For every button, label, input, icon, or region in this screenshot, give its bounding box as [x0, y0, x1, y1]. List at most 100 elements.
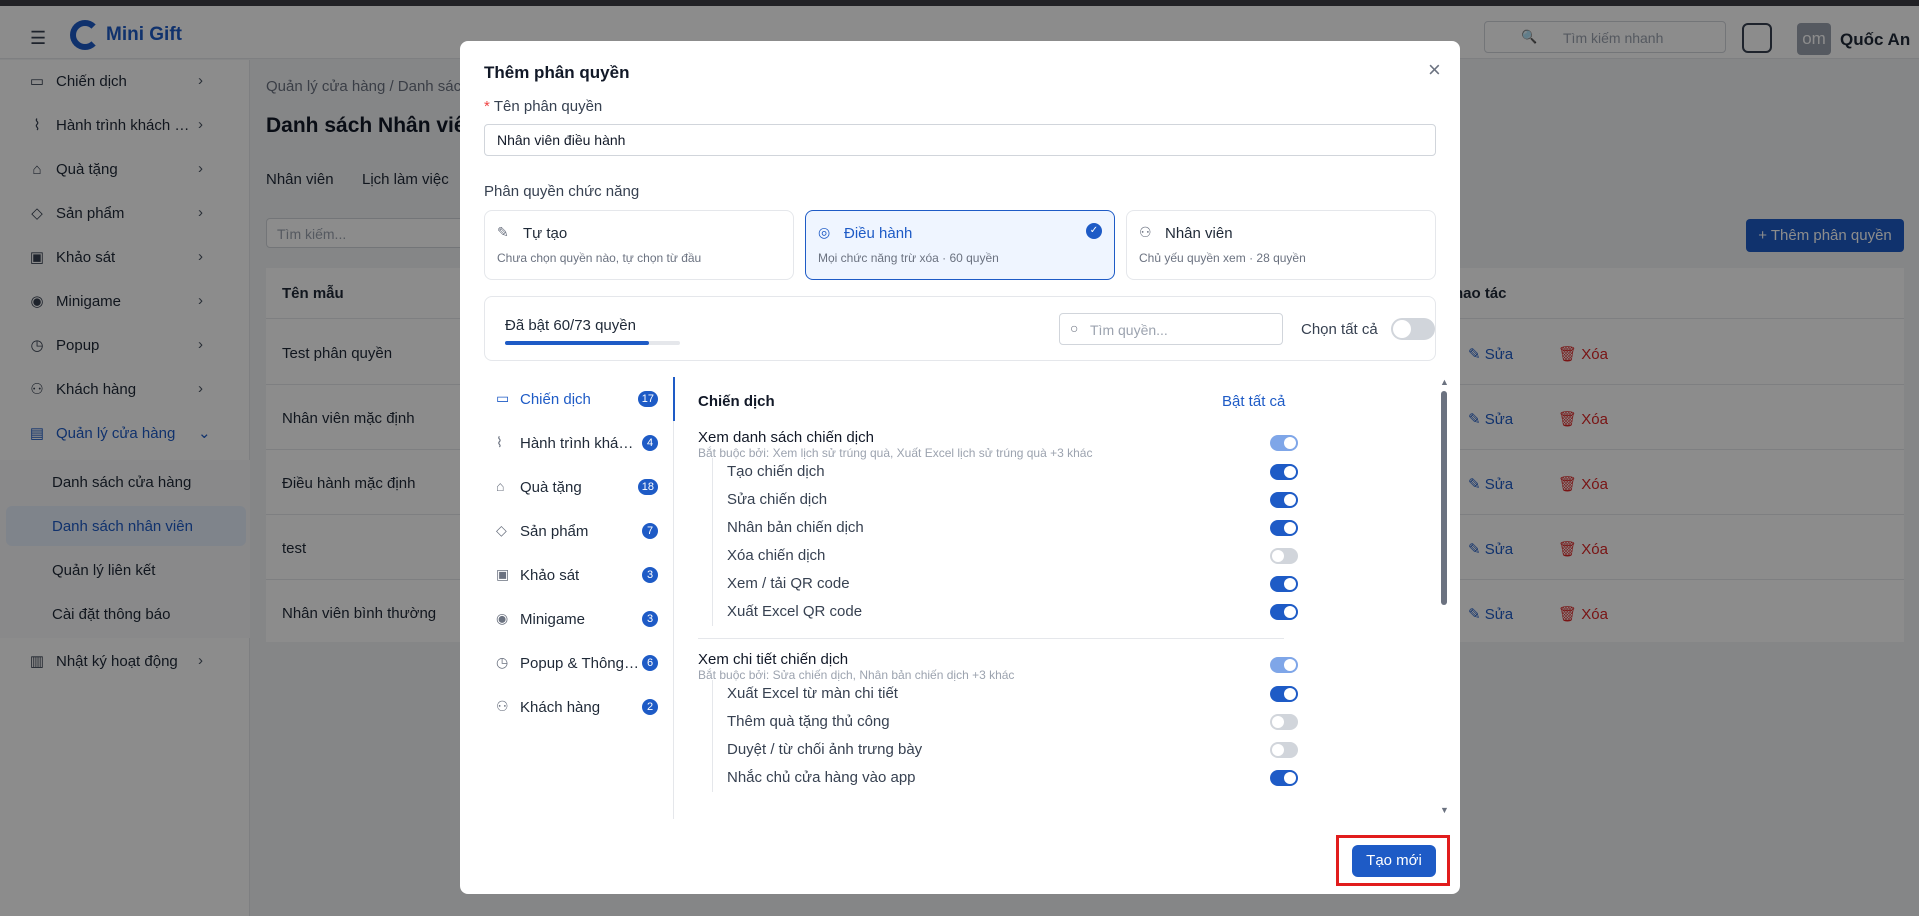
- gift-icon: ⌂: [496, 478, 505, 494]
- category-minigame[interactable]: ◉ Minigame 3: [484, 597, 674, 641]
- search-icon: ○: [1070, 320, 1079, 336]
- enabled-count: Đã bật 60/73 quyền: [505, 317, 636, 334]
- user-circle-icon: ◎: [818, 224, 831, 240]
- category-count-badge: 17: [637, 391, 658, 407]
- detail-scrollbar[interactable]: ▲ ▼: [1438, 377, 1450, 819]
- permission-label: Xuất Excel QR code: [727, 603, 863, 620]
- highlight-box: [1336, 835, 1450, 886]
- category-popup[interactable]: ◷ Popup & Thông ... 6: [484, 641, 674, 685]
- select-all-toggle[interactable]: [1391, 318, 1435, 340]
- check-circle-icon: ✓: [1086, 223, 1102, 239]
- category-label: Khảo sát: [520, 567, 580, 584]
- users-icon: ⚇: [1139, 224, 1152, 240]
- permission-label: Thêm quà tặng thủ công: [727, 713, 890, 730]
- category-label: Popup & Thông ...: [520, 655, 640, 672]
- permission-row: Duyệt / từ chối ảnh trưng bày: [712, 736, 1284, 764]
- category-count-badge: 18: [637, 479, 658, 495]
- permission-toggle[interactable]: [1270, 770, 1298, 786]
- category-count-badge: 6: [642, 655, 658, 671]
- enabled-progress-fill: [505, 341, 649, 345]
- category-label: Khách hàng: [520, 699, 601, 716]
- permission-name-input[interactable]: [484, 124, 1436, 156]
- gamepad-icon: ◉: [496, 610, 509, 626]
- permission-name-label: * Tên phân quyền: [484, 98, 602, 115]
- permission-label: Xem / tải QR code: [727, 575, 850, 592]
- group-toggle[interactable]: [1270, 657, 1298, 673]
- category-count-badge: 3: [642, 611, 658, 627]
- role-name: Điều hành: [844, 225, 913, 242]
- permission-name-label-text: Tên phân quyền: [493, 98, 603, 115]
- permission-toggle[interactable]: [1270, 492, 1298, 508]
- permission-row: Sửa chiến dịch: [712, 486, 1284, 514]
- category-count-badge: 7: [642, 523, 658, 539]
- permission-label: Tạo chiến dịch: [727, 463, 825, 480]
- permission-label: Duyệt / từ chối ảnh trưng bày: [727, 741, 923, 758]
- select-all-label: Chọn tất cả: [1301, 321, 1378, 338]
- role-card-staff[interactable]: ⚇ Nhân viên Chủ yếu quyền xem · 28 quyền: [1126, 210, 1436, 280]
- category-label: Minigame: [520, 611, 586, 628]
- category-count-badge: 3: [642, 567, 658, 583]
- category-customers[interactable]: ⚇ Khách hàng 2: [484, 685, 674, 729]
- permission-toggle[interactable]: [1270, 742, 1298, 758]
- permission-row: Nhân bản chiến dịch: [712, 514, 1284, 542]
- route-icon: ⌇: [496, 434, 503, 450]
- scroll-up-icon[interactable]: ▲: [1440, 377, 1449, 387]
- permission-toggle[interactable]: [1270, 714, 1298, 730]
- permission-search-input[interactable]: ○ Tìm quyền...: [1059, 313, 1283, 345]
- role-description: Chưa chọn quyền nào, tự chọn từ đầu: [497, 251, 702, 265]
- category-survey[interactable]: ▣ Khảo sát 3: [484, 553, 674, 597]
- role-description: Chủ yếu quyền xem · 28 quyền: [1139, 251, 1306, 265]
- category-count-badge: 4: [642, 435, 658, 451]
- permission-label: Xóa chiến dịch: [727, 547, 826, 564]
- category-list: ▭ Chiến dịch 17 ⌇ Hành trình khách... 4 ⌂ Quà…: [484, 377, 675, 819]
- users-icon: ⚇: [496, 698, 509, 714]
- permission-row: Xem / tải QR code: [712, 570, 1284, 598]
- close-icon[interactable]: ×: [1428, 57, 1441, 83]
- category-campaign[interactable]: ▭ Chiến dịch 17: [484, 377, 675, 421]
- permission-label: Nhắc chủ cửa hàng vào app: [727, 769, 916, 786]
- permission-row: Xuất Excel QR code: [712, 598, 1284, 626]
- category-label: Quà tặng: [520, 479, 582, 496]
- permission-row: Xuất Excel từ màn chi tiết: [712, 680, 1284, 708]
- category-label: Hành trình khách...: [520, 435, 640, 452]
- permission-row: Tạo chiến dịch: [712, 458, 1284, 486]
- category-count-badge: 2: [642, 699, 658, 715]
- permission-row: Nhắc chủ cửa hàng vào app: [712, 764, 1284, 792]
- category-gifts[interactable]: ⌂ Quà tặng 18: [484, 465, 674, 509]
- group-divider: [698, 638, 1284, 639]
- permission-toggle[interactable]: [1270, 576, 1298, 592]
- permission-toggle[interactable]: [1270, 548, 1298, 564]
- permission-row: Xóa chiến dịch: [712, 542, 1284, 570]
- permission-detail-panel: Chiến dịch Bật tất cả Xem danh sách chiế…: [674, 377, 1460, 819]
- category-products[interactable]: ◇ Sản phẩm 7: [484, 509, 674, 553]
- enabled-progress-bar: [505, 341, 680, 345]
- role-name: Nhân viên: [1165, 225, 1233, 242]
- group-title: Xem danh sách chiến dịch: [698, 429, 874, 446]
- detail-title: Chiến dịch: [698, 393, 775, 410]
- role-description: Mọi chức năng trừ xóa · 60 quyền: [818, 251, 999, 265]
- megaphone-icon: ▭: [496, 390, 510, 406]
- scroll-down-icon[interactable]: ▼: [1440, 805, 1449, 815]
- survey-icon: ▣: [496, 566, 510, 582]
- category-journey[interactable]: ⌇ Hành trình khách... 4: [484, 421, 674, 465]
- role-name: Tự tạo: [523, 225, 568, 242]
- function-permission-label: Phân quyền chức năng: [484, 183, 640, 200]
- role-card-operator[interactable]: ◎ Điều hành Mọi chức năng trừ xóa · 60 q…: [805, 210, 1115, 280]
- group-toggle[interactable]: [1270, 435, 1298, 451]
- permission-summary: Đã bật 60/73 quyền ○ Tìm quyền... Chọn t…: [484, 296, 1436, 361]
- permission-toggle[interactable]: [1270, 464, 1298, 480]
- enable-all-link[interactable]: Bật tất cả: [1222, 393, 1285, 410]
- box-icon: ◇: [496, 522, 507, 538]
- permission-label: Nhân bản chiến dịch: [727, 519, 864, 536]
- permission-toggle[interactable]: [1270, 520, 1298, 536]
- group-title: Xem chi tiết chiến dịch: [698, 651, 849, 668]
- scrollbar-thumb[interactable]: [1441, 391, 1447, 605]
- permission-row: Thêm quà tặng thủ công: [712, 708, 1284, 736]
- add-permission-modal: Thêm phân quyền × *Tên phân quyền Phân q…: [460, 41, 1460, 894]
- pencil-icon: ✎: [497, 224, 509, 240]
- permission-toggle[interactable]: [1270, 604, 1298, 620]
- modal-title: Thêm phân quyền: [484, 63, 630, 82]
- category-label: Chiến dịch: [520, 391, 591, 408]
- role-card-custom[interactable]: ✎ Tự tạo Chưa chọn quyền nào, tự chọn từ…: [484, 210, 794, 280]
- permission-toggle[interactable]: [1270, 686, 1298, 702]
